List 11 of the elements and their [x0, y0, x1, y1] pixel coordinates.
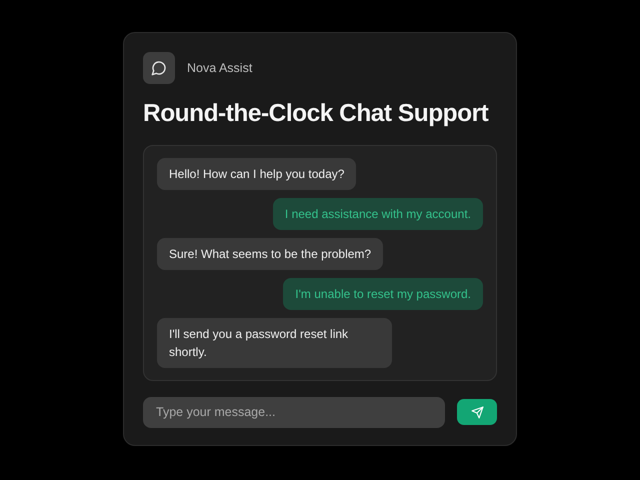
chat-title: Round-the-Clock Chat Support: [143, 99, 490, 129]
send-icon: [470, 406, 484, 419]
bot-message: Hello! How can I help you today?: [157, 158, 356, 190]
message-field[interactable]: Type your message...: [143, 396, 445, 428]
chat-bubble-icon: [143, 52, 175, 84]
brand-name: Nova Assist: [187, 60, 252, 77]
bot-message: I'll send you a password reset link shortly.: [157, 318, 392, 368]
user-message: I need assistance with my account.: [272, 198, 483, 230]
send-button[interactable]: [457, 399, 497, 426]
user-message: I'm unable to reset my password.: [283, 278, 483, 310]
bot-message: Sure! What seems to be the problem?: [157, 238, 384, 270]
